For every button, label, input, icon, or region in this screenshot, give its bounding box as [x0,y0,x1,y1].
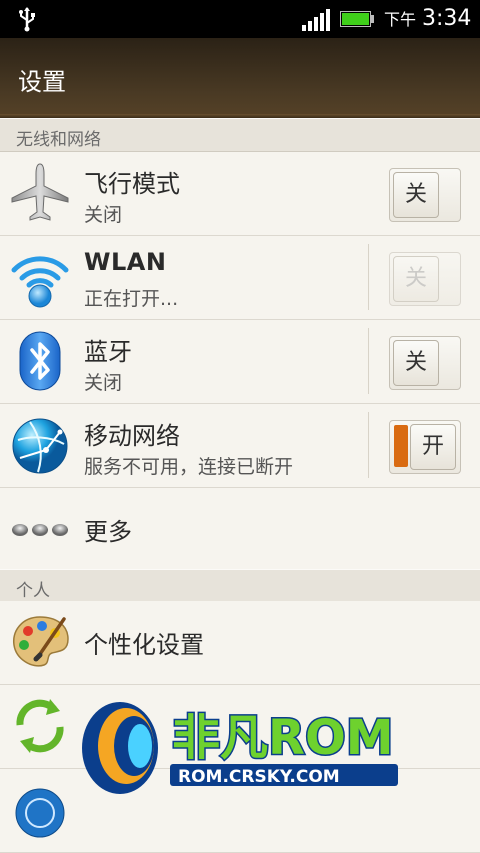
more-dots-icon [12,524,68,536]
status-bar: 下午 3:34 [0,0,480,38]
wifi-icon [11,256,69,308]
bluetooth-toggle[interactable]: 关 [389,336,461,390]
location-globe-icon [15,788,65,838]
signal-bars-icon [302,9,330,31]
watermark-url: ROM.CRSKY.COM [178,767,340,787]
section-label-wireless: 无线和网络 [16,130,101,150]
clock-time: 3:34 [422,6,472,31]
battery-icon [340,11,374,27]
wlan-subtitle: 正在打开... [84,288,179,310]
more-title: 更多 [84,518,132,546]
wlan-toggle[interactable]: 关 [389,252,461,306]
mobile-network-toggle-on-indicator [394,425,408,467]
page-title: 设置 [18,68,66,96]
section-header-wireless: 无线和网络 [0,118,480,152]
setting-mobile-network[interactable]: 移动网络 服务不可用，连接已断开 开 [0,404,480,488]
title-bar: 设置 [0,38,480,118]
mobile-network-toggle-knob: 开 [410,424,456,470]
bluetooth-title: 蓝牙 [84,338,132,366]
palette-icon [13,616,69,667]
bluetooth-divider [368,328,369,394]
airplane-title: 飞行模式 [84,170,180,198]
clock: 下午 3:34 [384,6,471,31]
mobile-network-divider [368,412,369,478]
setting-wlan[interactable]: WLAN 正在打开... 关 [0,236,480,320]
bluetooth-icon [19,331,61,391]
clock-ampm: 下午 [384,10,417,29]
wlan-title: WLAN [84,248,167,276]
mobile-network-title: 移动网络 [84,422,180,450]
airplane-subtitle: 关闭 [84,204,123,226]
airplane-icon [11,163,69,221]
watermark-logo-swirl [82,702,158,794]
airplane-toggle[interactable]: 关 [389,168,461,222]
wlan-divider [368,244,369,310]
section-label-personal: 个人 [16,581,50,601]
globe-network-icon [12,418,68,474]
airplane-toggle-knob: 关 [393,172,439,218]
mobile-network-toggle[interactable]: 开 [389,420,461,474]
mobile-network-subtitle: 服务不可用，连接已断开 [84,456,294,478]
crsky-rom-watermark: 非凡ROM ROM.CRSKY.COM [82,702,398,794]
bluetooth-toggle-knob: 关 [393,340,439,386]
setting-personalize[interactable]: 个性化设置 [0,601,480,685]
personalize-title: 个性化设置 [84,631,204,659]
wlan-toggle-knob: 关 [393,256,439,302]
section-header-personal: 个人 [0,569,480,603]
usb-icon [19,7,35,32]
bluetooth-subtitle: 关闭 [84,372,123,394]
sync-arrows-icon [16,699,64,753]
setting-bluetooth[interactable]: 蓝牙 关闭 关 [0,320,480,404]
watermark-brand: 非凡ROM [172,710,394,766]
setting-more[interactable]: 更多 [0,488,480,572]
setting-airplane-mode[interactable]: 飞行模式 关闭 关 [0,152,480,236]
